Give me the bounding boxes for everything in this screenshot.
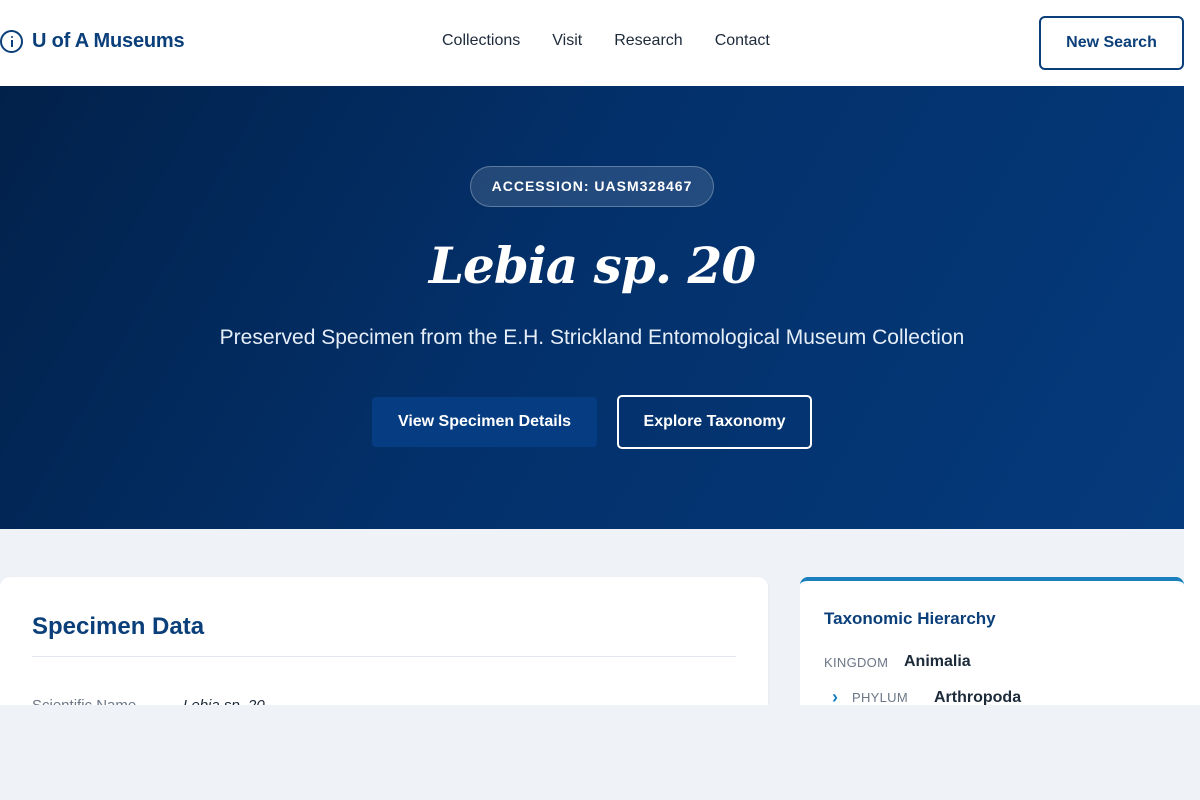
explore-taxonomy-button[interactable]: Explore Taxonomy bbox=[617, 395, 812, 449]
rank-label: PHYLUM bbox=[852, 690, 908, 705]
chevron-right-icon: › bbox=[832, 687, 838, 705]
view-specimen-details-button[interactable]: View Specimen Details bbox=[372, 397, 597, 447]
hero-subtitle: Preserved Specimen from the E.H. Strickl… bbox=[219, 326, 965, 349]
rank-label: KINGDOM bbox=[824, 654, 889, 670]
scientific-name-label: Scientific Name bbox=[32, 697, 136, 705]
scientific-name-value: Lebia sp. 20 bbox=[183, 697, 265, 705]
taxonomy-title: Taxonomic Hierarchy bbox=[824, 609, 996, 628]
brand-name: U of A Museums bbox=[32, 30, 185, 52]
page-title: Lebia sp. 20 bbox=[428, 236, 756, 295]
nav-visit[interactable]: Visit bbox=[552, 32, 582, 50]
scrollbar[interactable] bbox=[1184, 0, 1200, 705]
hero-section: ACCESSION: UASM328467 Lebia sp. 20 Prese… bbox=[0, 86, 1184, 529]
new-search-button[interactable]: New Search bbox=[1039, 16, 1184, 70]
taxonomy-row-kingdom[interactable]: KINGDOM Animalia bbox=[824, 653, 971, 671]
taxonomy-card: Taxonomic Hierarchy KINGDOM Animalia › P… bbox=[800, 577, 1184, 705]
nav-collections[interactable]: Collections bbox=[442, 32, 520, 50]
accession-badge: ACCESSION: UASM328467 bbox=[470, 166, 714, 207]
nav-research[interactable]: Research bbox=[614, 32, 682, 50]
taxonomy-row-phylum[interactable]: › PHYLUM Arthropoda bbox=[832, 687, 1021, 705]
specimen-data-card: Specimen Data Scientific Name Lebia sp. … bbox=[0, 577, 768, 705]
info-icon bbox=[0, 30, 23, 53]
rank-value: Animalia bbox=[904, 653, 971, 670]
brand-link[interactable]: U of A Museums bbox=[0, 30, 185, 53]
main-nav: Collections Visit Research Contact bbox=[442, 32, 770, 50]
viewport-bottom-area bbox=[0, 705, 1200, 800]
specimen-data-title: Specimen Data bbox=[32, 613, 205, 640]
nav-contact[interactable]: Contact bbox=[715, 32, 770, 50]
page: U of A Museums Collections Visit Researc… bbox=[0, 0, 1184, 705]
divider bbox=[32, 656, 736, 657]
site-header: U of A Museums Collections Visit Researc… bbox=[0, 0, 1184, 86]
rank-value: Arthropoda bbox=[934, 688, 1022, 706]
